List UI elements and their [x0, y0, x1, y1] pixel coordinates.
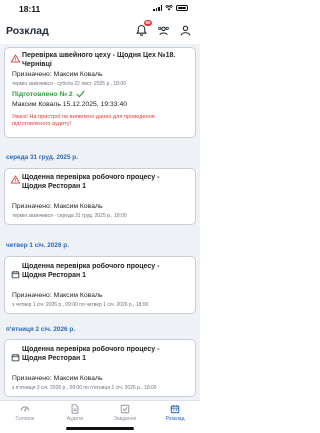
- tab-label: Аудити: [66, 416, 84, 422]
- card-deadline: з четвер 1 січ. 2026 р., 09:00 по четвер…: [12, 302, 149, 308]
- card-deadline: з п'ятниця 2 січ. 2026 р., 09:00 по п'ят…: [12, 385, 157, 391]
- date-header: четвер 1 січ. 2026 р.: [6, 242, 69, 249]
- card-deadline: термін закінчився - середа 31 груд. 2025…: [12, 213, 127, 219]
- team-icon[interactable]: [157, 24, 170, 37]
- user-icon[interactable]: [179, 24, 192, 37]
- status-bar: 18:11: [0, 0, 200, 18]
- document-icon: [71, 404, 79, 414]
- check-icon: [76, 90, 85, 98]
- dashboard-icon: [20, 406, 30, 412]
- home-indicator: [66, 427, 134, 430]
- date-header: п'ятниця 2 січ. 2026 р.: [6, 326, 76, 333]
- status-time: 18:11: [19, 4, 41, 14]
- card-deadline: термін закінчився - субота 22 лист. 2025…: [12, 81, 126, 87]
- no-data-warning: Увага! На пристрої не виявлено даних для…: [12, 114, 155, 127]
- tab-audits[interactable]: Аудити: [50, 403, 100, 427]
- prepared-label: Підготовлено № 2: [12, 90, 73, 98]
- card-title: Щоденна перевірка робочого процесу - Щод…: [22, 346, 160, 362]
- card-title: Щоденна перевірка робочого процесу - Щод…: [22, 263, 160, 279]
- warning-triangle-icon: [11, 54, 20, 63]
- schedule-card[interactable]: Щоденна перевірка робочого процесу - Щод…: [4, 256, 196, 314]
- prepared-by: Максим Коваль 15.12.2025, 19:33:40: [12, 101, 128, 108]
- status-icons: [153, 5, 188, 11]
- checkbox-icon: [120, 404, 130, 414]
- battery-icon: [176, 5, 188, 11]
- tab-home[interactable]: Головне: [0, 403, 50, 427]
- calendar-icon: [11, 354, 20, 362]
- prepared-status: Підготовлено № 2: [12, 90, 85, 98]
- notification-badge: 60: [143, 20, 152, 26]
- card-assignee: Призначено: Максим Коваль: [12, 203, 103, 210]
- tab-label: Головне: [15, 416, 35, 422]
- page-title: Розклад: [6, 25, 49, 37]
- tab-schedule[interactable]: Розклад: [150, 403, 200, 427]
- schedule-card[interactable]: Щоденна перевірка робочого процесу - Щод…: [4, 339, 196, 397]
- schedule-list: Перевірка швейного цеху - Щодня Цех №18.…: [0, 44, 200, 400]
- app-header: Розклад 60: [0, 20, 200, 42]
- card-title: Перевірка швейного цеху - Щодня Цех №18.…: [22, 52, 176, 68]
- card-assignee: Призначено: Максим Коваль: [12, 71, 103, 78]
- header-actions: 60: [135, 20, 192, 37]
- tab-tasks[interactable]: Завдання: [100, 403, 150, 427]
- card-assignee: Призначено: Максим Коваль: [12, 292, 103, 299]
- date-header: середа 31 груд. 2025 р.: [6, 154, 78, 161]
- card-assignee: Призначено: Максим Коваль: [12, 375, 103, 382]
- warning-triangle-icon: [11, 175, 20, 184]
- card-title: Щоденна перевірка робочого процесу - Щод…: [22, 174, 160, 190]
- signal-icon: [153, 5, 162, 11]
- notification-bell-icon[interactable]: 60: [135, 20, 152, 37]
- calendar-icon: [170, 405, 180, 414]
- calendar-icon: [11, 271, 20, 279]
- tab-label: Розклад: [165, 416, 185, 422]
- wifi-icon: [165, 5, 173, 11]
- schedule-card[interactable]: Щоденна перевірка робочого процесу - Щод…: [4, 168, 196, 225]
- schedule-card[interactable]: Перевірка швейного цеху - Щодня Цех №18.…: [4, 47, 196, 138]
- tab-label: Завдання: [113, 416, 137, 422]
